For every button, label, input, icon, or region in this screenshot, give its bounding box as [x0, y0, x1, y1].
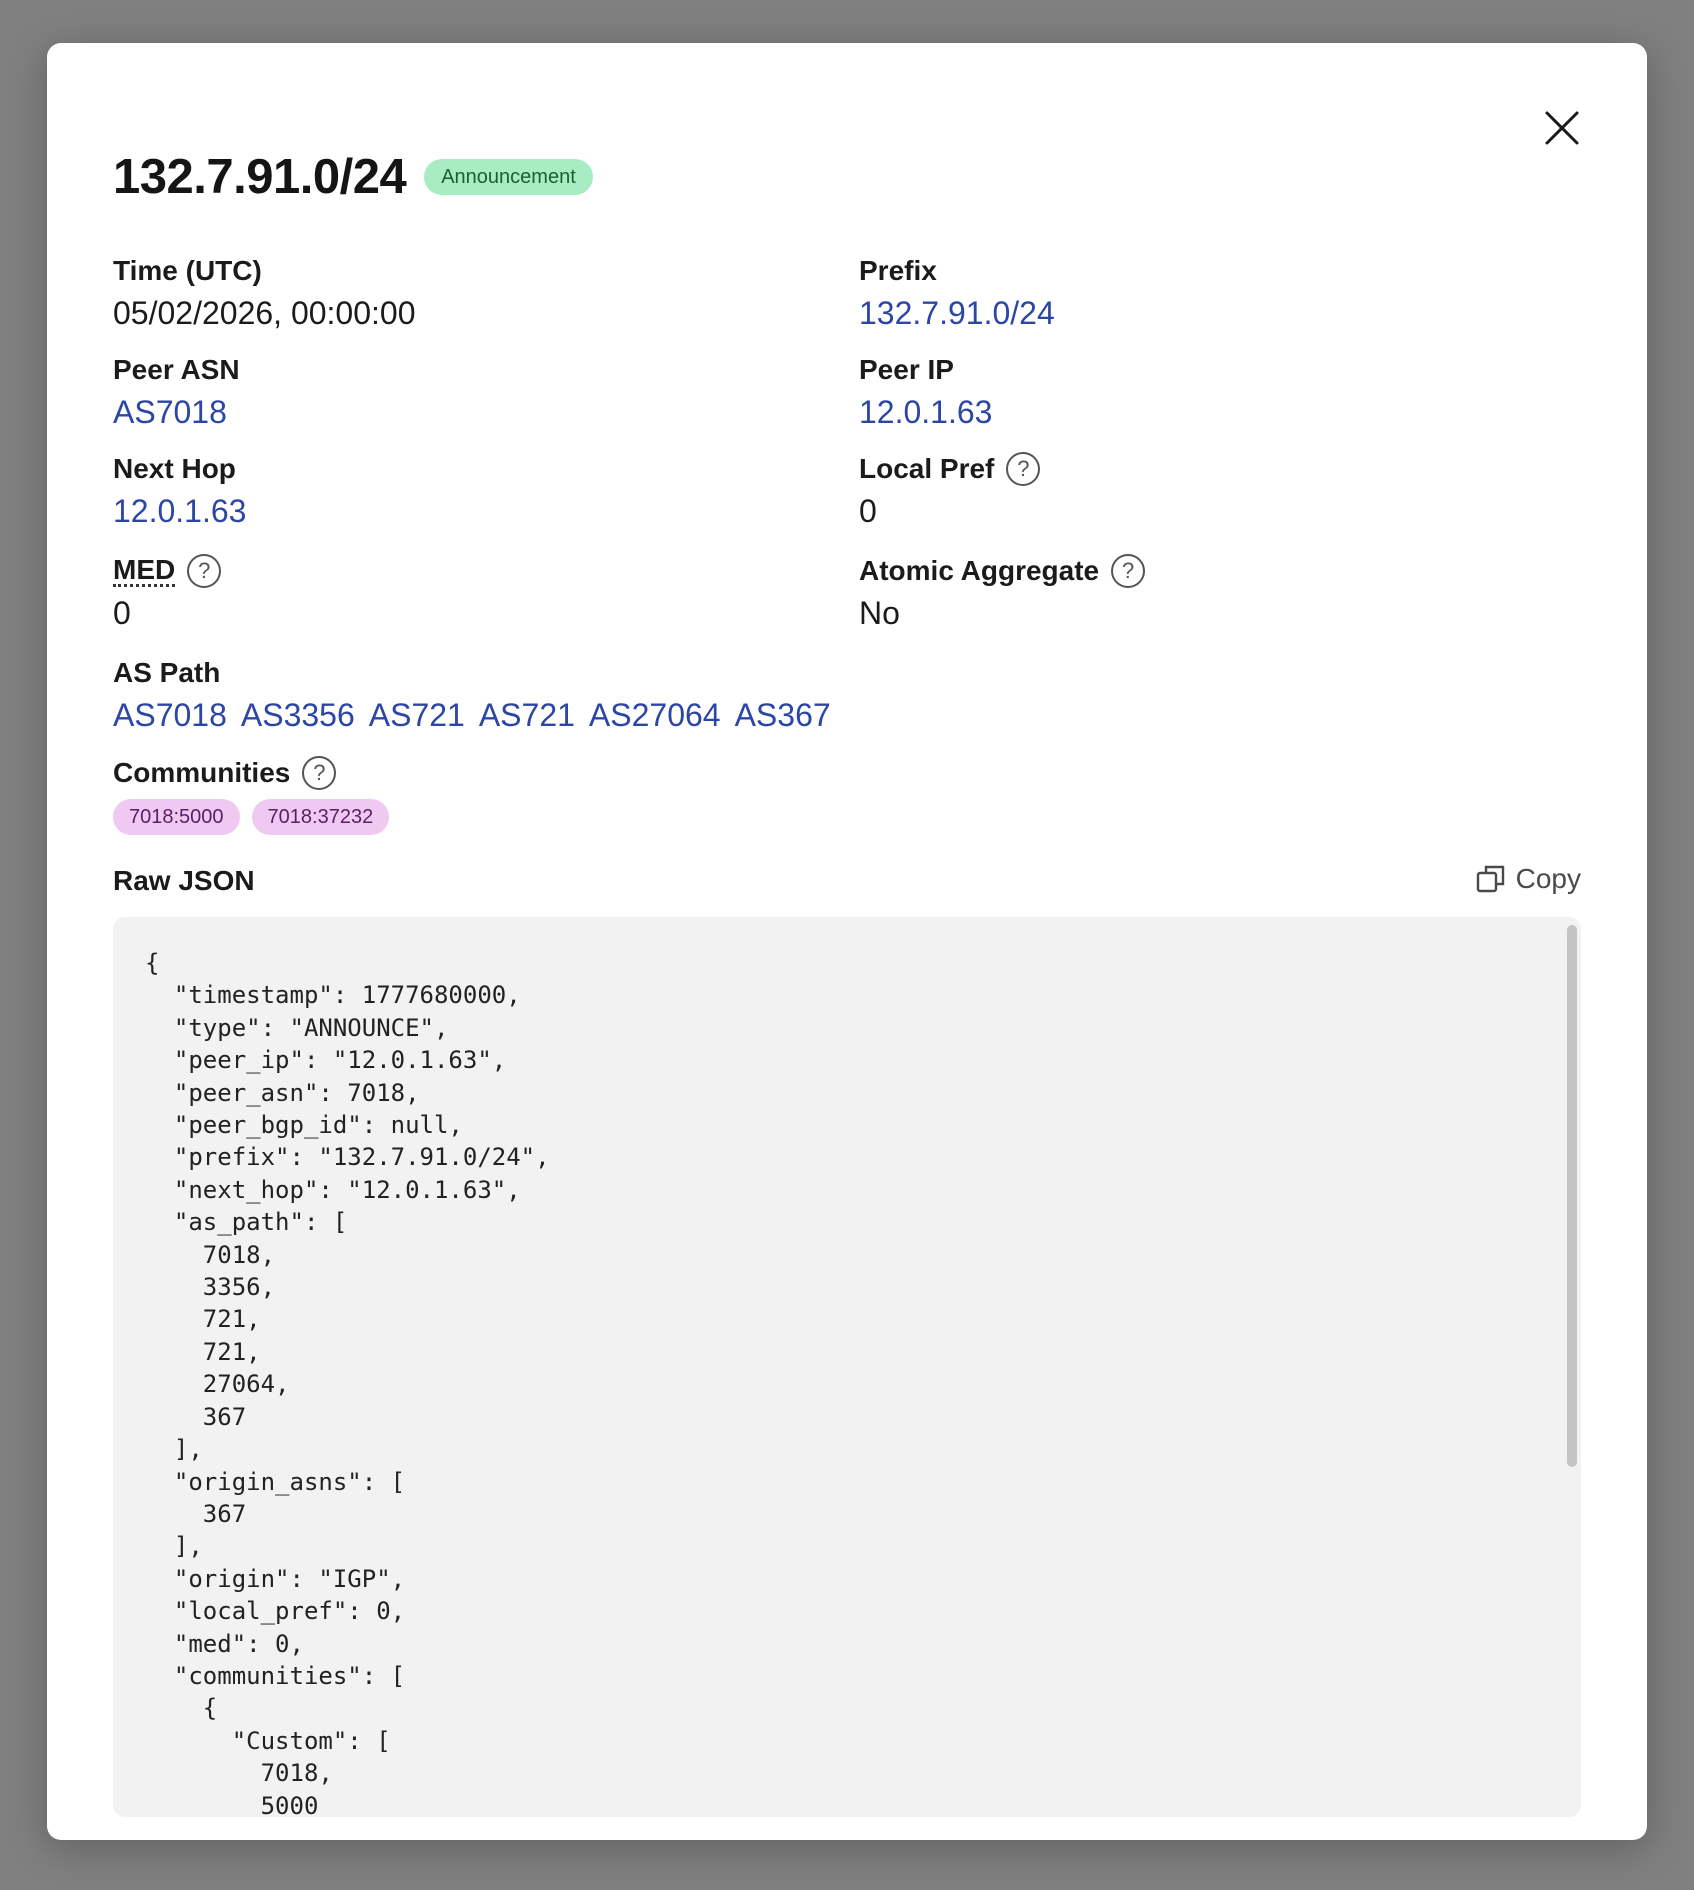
close-icon [1545, 111, 1579, 145]
prefix-link[interactable]: 132.7.91.0/24 [859, 295, 1055, 331]
copy-button[interactable]: Copy [1476, 863, 1581, 895]
community-chip[interactable]: 7018:5000 [113, 799, 240, 835]
route-detail-modal: 132.7.91.0/24 Announcement Time (UTC) 05… [47, 43, 1647, 1840]
field-label: Peer ASN [113, 354, 240, 385]
as-path-link[interactable]: AS721 [369, 695, 465, 735]
modal-header: 132.7.91.0/24 Announcement [113, 149, 593, 205]
field-label: Prefix [859, 255, 937, 286]
status-badge: Announcement [424, 159, 593, 195]
field-label: Time (UTC) [113, 255, 262, 286]
field-label: Peer IP [859, 354, 954, 385]
raw-json-title: Raw JSON [113, 865, 255, 896]
field-as-path: AS Path AS7018 AS3356 AS721 AS721 AS2706… [113, 655, 831, 735]
field-peer-ip: Peer IP 12.0.1.63 [859, 352, 992, 432]
copy-icon [1476, 865, 1504, 893]
peer-ip-link[interactable]: 12.0.1.63 [859, 394, 992, 430]
field-next-hop: Next Hop 12.0.1.63 [113, 451, 246, 531]
field-value-med: 0 [113, 595, 131, 631]
copy-label: Copy [1515, 863, 1581, 894]
field-label: Next Hop [113, 453, 236, 484]
communities-list: 7018:5000 7018:37232 [113, 799, 390, 835]
as-path-link[interactable]: AS3356 [241, 695, 355, 735]
field-communities: Communities ? 7018:5000 7018:37232 [113, 755, 390, 835]
med-label[interactable]: MED [113, 555, 176, 587]
page-title: 132.7.91.0/24 [113, 150, 407, 204]
field-med: MED ? 0 [113, 553, 222, 633]
local-pref-label: Local Pref [859, 453, 995, 484]
field-atomic-aggregate: Atomic Aggregate ? No [859, 553, 1146, 633]
help-icon[interactable]: ? [302, 756, 337, 790]
field-time: Time (UTC) 05/02/2026, 00:00:00 [113, 253, 416, 333]
field-label: AS Path [113, 657, 221, 688]
field-peer-asn: Peer ASN AS7018 [113, 352, 240, 432]
help-icon[interactable]: ? [187, 554, 222, 588]
atomic-aggregate-label: Atomic Aggregate [859, 555, 1100, 586]
help-icon[interactable]: ? [1111, 554, 1146, 588]
help-icon[interactable]: ? [1006, 452, 1041, 486]
as-path-list: AS7018 AS3356 AS721 AS721 AS27064 AS367 [113, 695, 831, 735]
close-button[interactable] [1539, 105, 1585, 151]
field-value-local-pref: 0 [859, 493, 877, 529]
next-hop-link[interactable]: 12.0.1.63 [113, 493, 246, 529]
field-local-pref: Local Pref ? 0 [859, 451, 1041, 531]
as-path-link[interactable]: AS367 [735, 695, 831, 735]
scrollbar[interactable] [1567, 925, 1577, 1467]
as-path-link[interactable]: AS721 [479, 695, 575, 735]
peer-asn-link[interactable]: AS7018 [113, 394, 227, 430]
raw-json-code: { "timestamp": 1777680000, "type": "ANNO… [145, 949, 550, 1817]
community-chip[interactable]: 7018:37232 [251, 799, 390, 835]
as-path-link[interactable]: AS27064 [589, 695, 721, 735]
field-prefix: Prefix 132.7.91.0/24 [859, 253, 1055, 333]
field-value-time: 05/02/2026, 00:00:00 [113, 295, 416, 331]
as-path-link[interactable]: AS7018 [113, 695, 227, 735]
communities-label: Communities [113, 757, 291, 788]
raw-json-panel[interactable]: { "timestamp": 1777680000, "type": "ANNO… [113, 917, 1581, 1817]
field-value-atomic-aggregate: No [859, 595, 900, 631]
